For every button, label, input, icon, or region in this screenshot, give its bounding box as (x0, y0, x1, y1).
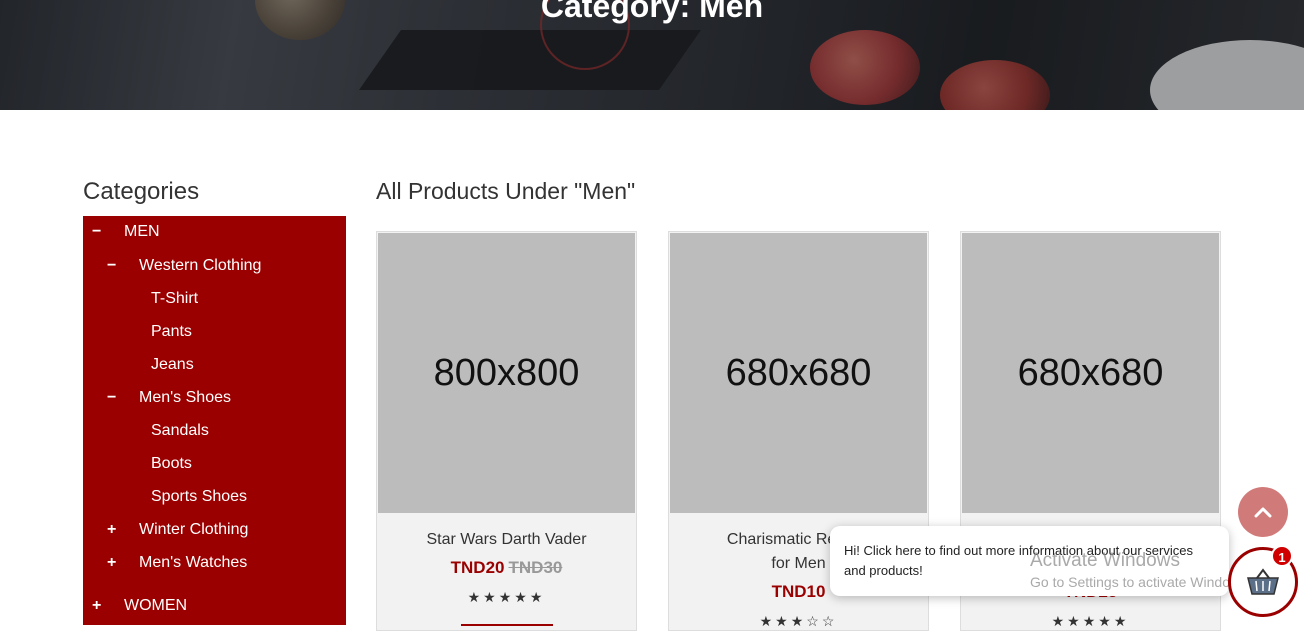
category-t-shirt[interactable]: T-Shirt (151, 290, 198, 308)
category-mens-watches[interactable]: Men's Watches (139, 554, 247, 572)
product-image[interactable]: 680x680 (670, 233, 927, 513)
category-sports-shoes[interactable]: Sports Shoes (151, 488, 247, 506)
basket-icon (1247, 568, 1279, 595)
cart-count-badge: 1 (1271, 545, 1293, 567)
current-price: TND10 (771, 582, 826, 601)
category-sidebar: − MEN − Western Clothing T-Shirt Pants J… (83, 216, 346, 625)
category-mens-shoes[interactable]: Men's Shoes (139, 389, 231, 407)
hero-banner: Category: Men (0, 0, 1304, 110)
scroll-to-top-button[interactable] (1238, 487, 1288, 537)
rating-stars-icon: ★★★★★ (1051, 613, 1130, 629)
category-jeans[interactable]: Jeans (151, 356, 194, 374)
product-image[interactable]: 800x800 (378, 233, 635, 513)
category-women[interactable]: WOMEN (124, 597, 187, 615)
expand-toggle-icon[interactable]: + (107, 521, 116, 539)
add-to-cart-button[interactable] (461, 624, 553, 626)
rating-stars-icon: ★★★☆☆ (759, 613, 838, 629)
category-sandals[interactable]: Sandals (151, 422, 209, 440)
products-heading: All Products Under "Men" (376, 178, 636, 204)
category-men[interactable]: MEN (124, 223, 160, 241)
product-card[interactable]: 800x800 Star Wars Darth Vader TND20 TND30… (376, 231, 637, 631)
rating-stars-icon: ★★★★★ (467, 589, 546, 605)
collapse-toggle-icon[interactable]: − (107, 389, 116, 407)
expand-toggle-icon[interactable]: + (107, 554, 116, 572)
page-title: Category: Men (540, 0, 764, 24)
category-pants[interactable]: Pants (151, 323, 192, 341)
product-price: TND20 TND30 (377, 558, 636, 578)
product-image[interactable]: 680x680 (962, 233, 1219, 513)
categories-heading: Categories (83, 178, 200, 205)
collapse-toggle-icon[interactable]: − (92, 223, 101, 241)
watermark-line2: Go to Settings to activate Windows. (1030, 574, 1251, 590)
watermark-line1: Activate Windows (1030, 550, 1180, 571)
old-price: TND30 (508, 558, 563, 577)
activate-windows-watermark: Activate Windows Go to Settings to activ… (1030, 550, 1251, 590)
expand-toggle-icon[interactable]: + (92, 597, 101, 615)
product-name[interactable]: Star Wars Darth Vader (377, 528, 636, 552)
collapse-toggle-icon[interactable]: − (107, 257, 116, 275)
current-price: TND20 (450, 558, 505, 577)
category-western-clothing[interactable]: Western Clothing (139, 257, 261, 275)
chevron-up-icon (1254, 507, 1272, 518)
category-boots[interactable]: Boots (151, 455, 192, 473)
category-winter-clothing[interactable]: Winter Clothing (139, 521, 248, 539)
